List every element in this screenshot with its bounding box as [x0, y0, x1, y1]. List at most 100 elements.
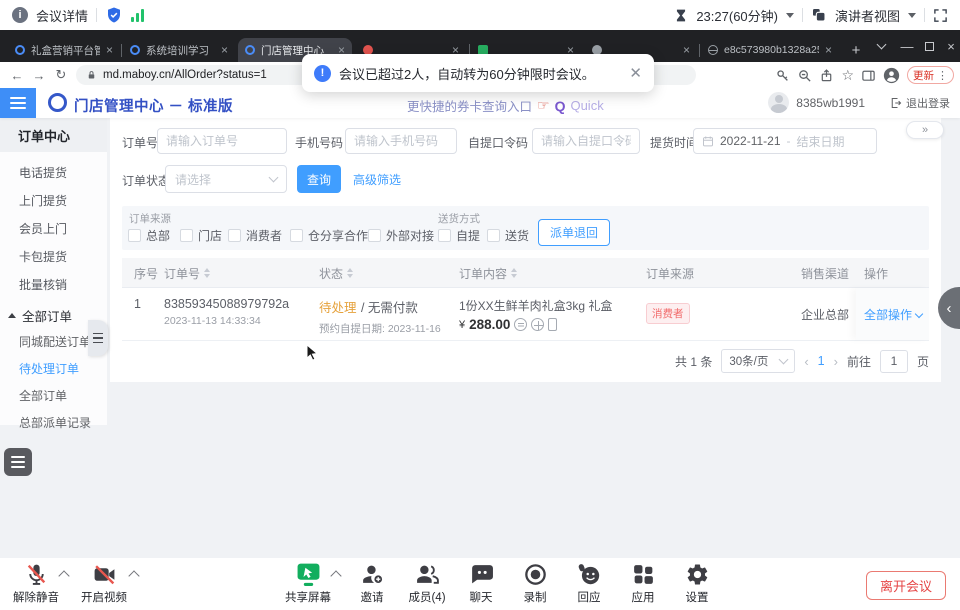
- browser-tab-2[interactable]: 系统培训学习 ×: [123, 38, 235, 62]
- reload-icon[interactable]: ↻: [50, 67, 72, 83]
- tab-close-icon[interactable]: ×: [106, 43, 113, 57]
- col-status[interactable]: 状态: [313, 258, 353, 288]
- checkbox-icon[interactable]: [180, 229, 193, 242]
- sidebar-drawer-handle[interactable]: [88, 320, 108, 356]
- prev-page-icon[interactable]: ‹: [804, 354, 808, 369]
- shield-check-icon[interactable]: [105, 6, 123, 24]
- pickup-code-input[interactable]: [532, 128, 640, 154]
- meeting-info-icon[interactable]: i: [12, 7, 28, 23]
- promo-entry[interactable]: 更快捷的券卡查询入口 ☞ Q Quick: [407, 96, 604, 115]
- sidebar-item-hq-dispatch-records[interactable]: 总部派单记录: [0, 409, 107, 436]
- sort-icons[interactable]: [511, 268, 517, 278]
- checkbox-icon[interactable]: [128, 229, 141, 242]
- invite-button[interactable]: 邀请: [344, 562, 400, 605]
- browser-tab-7[interactable]: e8c573980b1328a258fd2e618 ×: [701, 38, 839, 62]
- timer-caret-down-icon[interactable]: [786, 13, 794, 18]
- tab-close-icon[interactable]: ×: [221, 43, 228, 57]
- window-close-button[interactable]: ×: [938, 30, 960, 62]
- browser-tab-1[interactable]: 礼盒营销平台管理中心 ×: [8, 38, 120, 62]
- chat-button[interactable]: 聊天: [453, 562, 509, 605]
- checkbox-source-store[interactable]: 门店: [180, 227, 222, 244]
- delivery-wheel-icon[interactable]: [531, 318, 544, 331]
- sidebar-item-card-pickup[interactable]: 卡包提货: [0, 242, 107, 270]
- sidebar-item-all-orders[interactable]: 全部订单: [0, 382, 107, 409]
- order-no-input[interactable]: [157, 128, 287, 154]
- checkbox-source-warehouse-share[interactable]: 仓分享合作: [290, 227, 368, 244]
- phone-input[interactable]: [345, 128, 457, 154]
- phone-preview-icon[interactable]: [548, 318, 557, 331]
- checkbox-icon[interactable]: [290, 229, 303, 242]
- goto-page-input[interactable]: [880, 350, 908, 373]
- checkbox-source-hq[interactable]: 总部: [128, 227, 170, 244]
- view-caret-down-icon[interactable]: [908, 13, 916, 18]
- checkbox-icon[interactable]: [368, 229, 381, 242]
- share-screen-button[interactable]: 共享屏幕: [280, 562, 336, 605]
- current-page[interactable]: 1: [818, 354, 825, 368]
- sidebar-item-pending-orders[interactable]: 待处理订单: [0, 355, 107, 382]
- share-icon[interactable]: [819, 68, 834, 83]
- advanced-filter-link[interactable]: 高级筛选: [353, 171, 401, 188]
- order-status-select[interactable]: 请选择: [165, 165, 287, 193]
- sidebar-item-member-visit[interactable]: 会员上门: [0, 214, 107, 242]
- leave-meeting-button[interactable]: 离开会议: [866, 571, 946, 600]
- info-icon: !: [314, 65, 331, 82]
- order-detail-icon[interactable]: [514, 318, 527, 331]
- user-avatar[interactable]: [768, 92, 789, 113]
- sidebar: 订单中心 电话提货 上门提货 会员上门 卡包提货 批量核销 全部订单 同城配送订…: [0, 118, 107, 425]
- col-order-no[interactable]: 订单号: [158, 258, 210, 288]
- network-signal-icon[interactable]: [131, 9, 144, 22]
- reaction-button[interactable]: 回应: [561, 562, 617, 605]
- members-button[interactable]: 成员(4): [399, 562, 455, 605]
- record-button[interactable]: 录制: [507, 562, 563, 605]
- currency-symbol: ¥: [459, 319, 465, 331]
- checkbox-source-consumer[interactable]: 消费者: [228, 227, 282, 244]
- checkbox-delivery-delivery[interactable]: 送货: [487, 227, 529, 244]
- checkbox-icon[interactable]: [228, 229, 241, 242]
- checkbox-icon[interactable]: [438, 229, 451, 242]
- checkbox-source-external[interactable]: 外部对接: [368, 227, 434, 244]
- all-actions-dropdown[interactable]: 全部操作: [864, 288, 922, 323]
- dispatch-return-button[interactable]: 派单退回: [538, 219, 610, 246]
- col-content[interactable]: 订单内容: [453, 258, 517, 288]
- sidebar-item-batch-verify[interactable]: 批量核销: [0, 270, 107, 298]
- profile-avatar-icon[interactable]: [883, 67, 900, 84]
- checkbox-delivery-selfpickup[interactable]: 自提: [438, 227, 480, 244]
- logout-button[interactable]: 退出登录: [890, 95, 950, 111]
- hamburger-menu-button[interactable]: [0, 88, 36, 118]
- new-tab-button[interactable]: +: [845, 39, 867, 61]
- apps-button[interactable]: 应用: [615, 562, 671, 605]
- view-mode-label[interactable]: 演讲者视图: [835, 6, 900, 25]
- chrome-update-button[interactable]: 更新 ⋮: [907, 66, 954, 84]
- search-button[interactable]: 查询: [297, 165, 341, 193]
- bookmark-star-icon[interactable]: ☆: [841, 67, 854, 84]
- mute-button[interactable]: 解除静音: [8, 562, 64, 605]
- settings-button[interactable]: 设置: [669, 562, 725, 605]
- tab-close-icon[interactable]: ×: [683, 43, 690, 57]
- sort-icons[interactable]: [347, 268, 353, 278]
- order-no-label: 订单号: [122, 134, 158, 151]
- forward-icon[interactable]: →: [28, 68, 50, 83]
- sidebar-item-door-pickup[interactable]: 上门提货: [0, 186, 107, 214]
- fullscreen-icon[interactable]: [933, 8, 948, 23]
- kebab-menu-icon[interactable]: ⋮: [937, 69, 948, 82]
- toast-close-icon[interactable]: ✕: [629, 64, 642, 82]
- key-icon[interactable]: [775, 68, 790, 83]
- sidebar-item-phone-pickup[interactable]: 电话提货: [0, 158, 107, 186]
- filter-box: 订单来源 总部 门店 消费者 仓分享合作 外部对接 送货方式 自提 送货 派单退…: [122, 206, 929, 250]
- collapse-panel-button[interactable]: »: [906, 121, 944, 139]
- video-button[interactable]: 开启视频: [76, 562, 132, 605]
- back-icon[interactable]: ←: [6, 68, 28, 83]
- table-row[interactable]: 1 83859345088979792a 2023-11-13 14:33:34…: [122, 288, 929, 341]
- side-panel-icon[interactable]: [861, 68, 876, 83]
- sort-icons[interactable]: [204, 268, 210, 278]
- floating-list-button[interactable]: [4, 448, 32, 476]
- meeting-details-label[interactable]: 会议详情: [36, 6, 88, 25]
- zoom-icon[interactable]: [797, 68, 812, 83]
- checkbox-icon[interactable]: [487, 229, 500, 242]
- page-size-select[interactable]: 30条/页: [721, 349, 795, 373]
- next-page-icon[interactable]: ›: [834, 354, 838, 369]
- date-range-picker[interactable]: 2022-11-21 - 结束日期: [693, 128, 877, 154]
- app-logo: [48, 93, 67, 112]
- tab-close-icon[interactable]: ×: [825, 43, 832, 57]
- tab-search-chevron-icon[interactable]: [868, 30, 894, 62]
